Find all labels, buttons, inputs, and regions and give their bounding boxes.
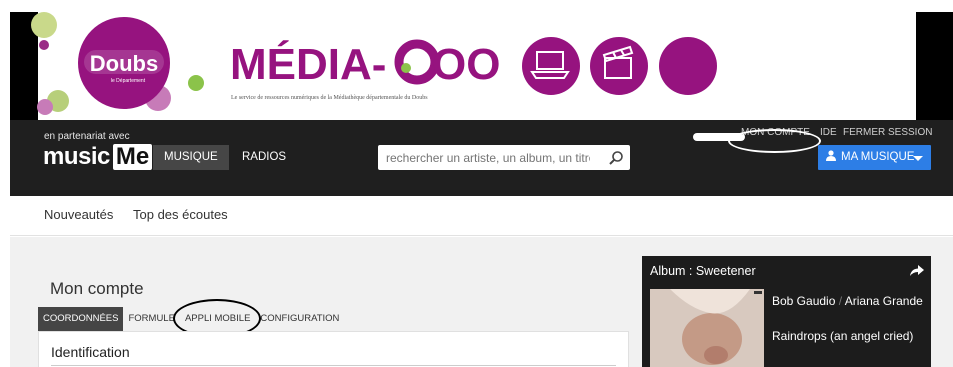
main-content: Mon compte COORDONNÉES FORMULE APPLI MOB… xyxy=(10,237,953,367)
search-input[interactable] xyxy=(378,145,598,170)
bubble-purple-small-icon xyxy=(39,40,49,50)
sub-navigation: Nouveautés Top des écoutes xyxy=(10,196,953,236)
artist-2[interactable]: Ariana Grande xyxy=(845,294,923,308)
link-fermer-session[interactable]: FERMER SESSION xyxy=(843,127,932,138)
ma-musique-label: MA MUSIQUE xyxy=(841,151,915,163)
tab-coordonnees[interactable]: COORDONNÉES xyxy=(38,307,124,331)
top-links: MON COMPTE IDE FERMER SESSION xyxy=(10,127,953,153)
user-icon xyxy=(826,150,836,161)
highlight-circle-mon-compte xyxy=(728,129,821,153)
tab-configuration[interactable]: CONFIGURATION xyxy=(255,307,344,331)
artist-1[interactable]: Bob Gaudio xyxy=(772,294,835,308)
ma-musique-button[interactable]: MA MUSIQUE xyxy=(818,145,931,170)
album-artists: Bob Gaudio / Ariana Grande xyxy=(772,294,923,308)
musicme-header: en partenariat avec music Me MUSIQUE RAD… xyxy=(10,120,953,196)
media-doo-tagline: Le service de ressources numériques de l… xyxy=(231,95,428,101)
identification-panel: Identification xyxy=(38,331,629,367)
musicme-logo[interactable]: music Me xyxy=(43,143,153,170)
section-heading: Identification xyxy=(51,344,130,360)
link-aide[interactable]: IDE xyxy=(820,127,837,138)
banner-graphics: Doubs le Département MÉDIA- OO Le servic… xyxy=(31,12,717,115)
subnav-nouveautes[interactable]: Nouveautés xyxy=(44,207,113,222)
album-cover-art xyxy=(650,289,764,367)
artist-separator: / xyxy=(838,294,843,308)
doubs-logo-subtext: le Département xyxy=(111,78,146,84)
subnav-top-ecoutes[interactable]: Top des écoutes xyxy=(133,207,228,222)
media-circle-icon xyxy=(659,37,717,95)
laptop-icon xyxy=(522,37,580,95)
page-title: Mon compte xyxy=(50,279,144,298)
chevron-down-icon xyxy=(913,156,923,161)
divider xyxy=(51,365,616,366)
media-doo-title-right: OO xyxy=(432,40,500,89)
share-icon[interactable] xyxy=(910,265,924,277)
logo-music: music xyxy=(43,143,110,170)
doubs-logo-text: Doubs xyxy=(90,51,158,76)
clapperboard-icon xyxy=(590,37,648,95)
tab-formule[interactable]: FORMULE xyxy=(123,307,179,331)
bubble-pink-icon xyxy=(37,99,53,115)
album-widget[interactable]: Album : Sweetener Bob Gaudio / Ariana Gr… xyxy=(642,256,931,367)
album-title: Album : Sweetener xyxy=(650,264,756,278)
track-title[interactable]: Raindrops (an angel cried) xyxy=(772,329,913,343)
bubble-green-icon xyxy=(31,12,57,38)
nav-radios[interactable]: RADIOS xyxy=(242,145,286,170)
search-box[interactable] xyxy=(378,145,630,170)
bubble-green-3-icon xyxy=(188,75,204,91)
media-doo-title-left: MÉDIA- xyxy=(230,39,386,89)
media-doo-d-icon xyxy=(394,39,440,85)
search-icon[interactable] xyxy=(608,150,624,166)
logo-me: Me xyxy=(112,144,153,170)
nav-musique[interactable]: MUSIQUE xyxy=(153,145,229,170)
media-doo-banner: Doubs le Département MÉDIA- OO Le servic… xyxy=(0,0,953,120)
album-cover[interactable] xyxy=(650,289,764,367)
